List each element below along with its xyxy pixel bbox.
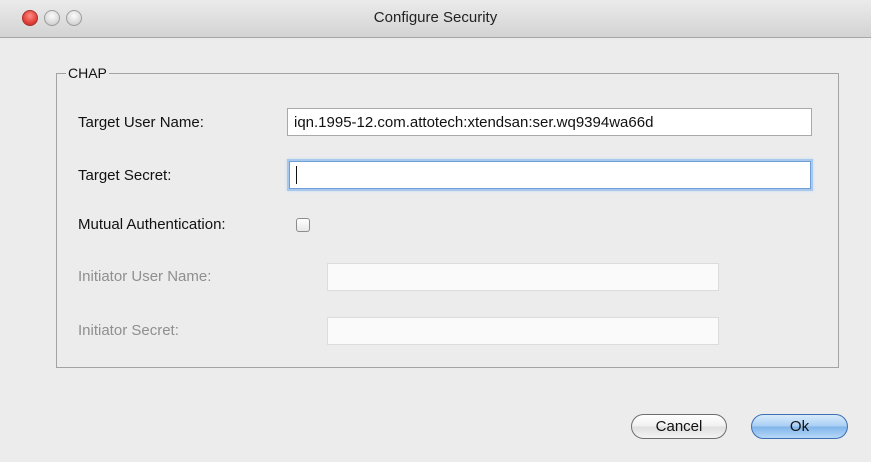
- initiator-user-name-label: Initiator User Name:: [78, 268, 212, 285]
- text-caret: [296, 166, 297, 184]
- target-secret-input[interactable]: [289, 161, 811, 189]
- target-user-name-input[interactable]: [287, 108, 812, 136]
- ok-button[interactable]: Ok: [751, 414, 848, 439]
- target-user-name-label: Target User Name:: [78, 114, 204, 131]
- title-bar: Configure Security: [0, 0, 871, 38]
- initiator-user-name-input[interactable]: [327, 263, 719, 291]
- target-secret-label: Target Secret:: [78, 167, 172, 184]
- configure-security-dialog: Configure Security CHAP Target User Name…: [0, 0, 871, 462]
- mutual-authentication-label: Mutual Authentication:: [78, 216, 226, 233]
- mutual-authentication-checkbox[interactable]: [296, 218, 310, 232]
- initiator-secret-input[interactable]: [327, 317, 719, 345]
- chap-legend: CHAP: [68, 65, 107, 81]
- initiator-secret-label: Initiator Secret:: [78, 322, 179, 339]
- window-title: Configure Security: [373, 9, 498, 26]
- cancel-button[interactable]: Cancel: [631, 414, 727, 439]
